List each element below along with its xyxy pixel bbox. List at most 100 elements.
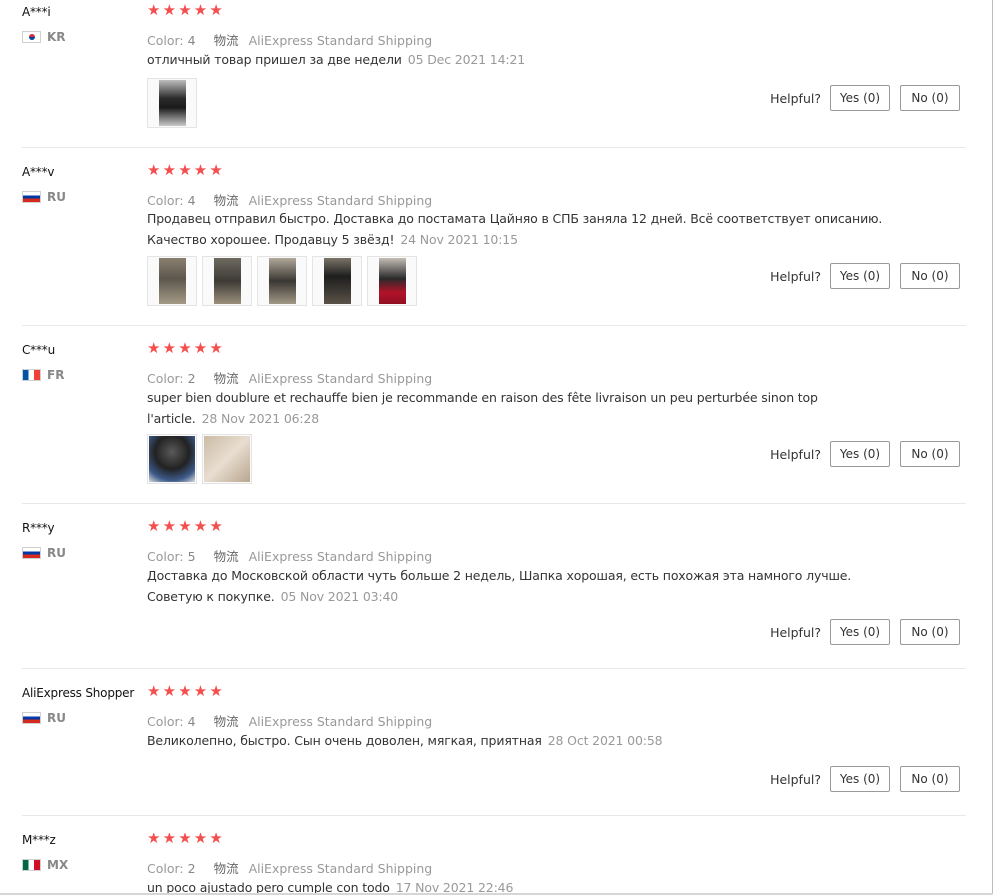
review-date: 05 Nov 2021 03:40 <box>280 589 399 604</box>
color-value: 4 <box>187 193 196 208</box>
review-photo-thumbnail[interactable] <box>147 256 197 306</box>
review-text: Великолепно, быстро. Сын очень доволен, … <box>147 730 887 751</box>
helpful-label: Helpful? <box>770 624 821 640</box>
country-code: MX <box>47 858 69 872</box>
reviewer-name: R***y <box>22 521 55 535</box>
color-value: 2 <box>187 861 196 876</box>
star-icon: ★ <box>178 161 192 179</box>
helpful-vote: Helpful? Yes (0) No (0) <box>770 263 960 289</box>
helpful-label: Helpful? <box>770 446 821 462</box>
helpful-yes-button[interactable]: Yes (0) <box>830 441 890 467</box>
color-label: Color: <box>147 33 184 48</box>
shipping-label: 物流 <box>213 861 239 876</box>
ru-flag-icon <box>22 191 41 203</box>
color-value: 2 <box>187 371 196 386</box>
helpful-yes-button[interactable]: Yes (0) <box>830 85 890 111</box>
helpful-no-button[interactable]: No (0) <box>900 441 960 467</box>
star-icon: ★ <box>162 161 177 179</box>
review-body: Великолепно, быстро. Сын очень доволен, … <box>147 733 542 748</box>
shipping-label: 物流 <box>213 33 239 48</box>
review-attributes: Color: 2 物流 AliExpress Standard Shipping <box>147 858 432 877</box>
shipping-label: 物流 <box>213 193 239 208</box>
review-text: отличный товар пришел за две недели 05 De… <box>147 49 887 70</box>
star-rating: ★ ★ ★ ★ ★ <box>147 341 225 356</box>
country-code: KR <box>47 30 66 44</box>
helpful-no-button[interactable]: No (0) <box>900 85 960 111</box>
star-icon: ★ <box>209 161 223 179</box>
review-date: 28 Nov 2021 06:28 <box>201 411 320 426</box>
helpful-no-button[interactable]: No (0) <box>900 766 960 792</box>
review-photo-thumbnail[interactable] <box>312 256 362 306</box>
star-rating: ★ ★ ★ ★ ★ <box>147 833 225 846</box>
helpful-yes-button[interactable]: Yes (0) <box>830 263 890 289</box>
star-icon: ★ <box>162 1 177 19</box>
review-photo-thumbnail[interactable] <box>147 78 197 128</box>
review-text: super bien doublure et rechauffe bien je… <box>147 387 877 429</box>
review-item: R***y RU ★ ★ ★ ★ ★ Color: 5 物流 AliExpress St… <box>22 519 966 669</box>
star-icon: ★ <box>209 339 223 357</box>
review-item: A***v RU ★ ★ ★ ★ ★ Color: 4 物流 AliExpress St… <box>22 163 966 326</box>
star-icon: ★ <box>178 682 192 700</box>
review-date: 05 Dec 2021 14:21 <box>407 52 526 67</box>
star-icon: ★ <box>147 1 161 19</box>
shipping-method: AliExpress Standard Shipping <box>248 33 433 48</box>
star-icon: ★ <box>193 339 208 357</box>
star-rating: ★ ★ ★ ★ ★ <box>147 684 225 699</box>
star-icon: ★ <box>178 339 192 357</box>
review-photos <box>147 256 422 306</box>
star-icon: ★ <box>178 833 192 847</box>
review-photo-thumbnail[interactable] <box>257 256 307 306</box>
helpful-no-button[interactable]: No (0) <box>900 263 960 289</box>
star-icon: ★ <box>147 517 161 535</box>
star-icon: ★ <box>193 833 208 847</box>
star-icon: ★ <box>162 339 177 357</box>
ru-flag-icon <box>22 547 41 559</box>
review-attributes: Color: 4 物流 AliExpress Standard Shipping <box>147 711 432 730</box>
review-item: M***z MX ★ ★ ★ ★ ★ Color: 2 物流 AliExpress St… <box>22 833 966 895</box>
helpful-no-button[interactable]: No (0) <box>900 619 960 645</box>
color-label: Color: <box>147 861 184 876</box>
review-text: Доставка до Московской области чуть боль… <box>147 565 887 607</box>
review-date: 24 Nov 2021 10:15 <box>400 232 518 247</box>
star-icon: ★ <box>178 1 192 19</box>
color-label: Color: <box>147 193 184 208</box>
review-photo-thumbnail[interactable] <box>367 256 417 306</box>
reviewer-country: RU <box>22 711 66 725</box>
country-code: FR <box>47 368 65 382</box>
helpful-vote: Helpful? Yes (0) No (0) <box>770 85 960 111</box>
reviewer-name: AliExpress Shopper <box>22 686 135 700</box>
star-rating: ★ ★ ★ ★ ★ <box>147 519 225 534</box>
review-body: Доставка до Московской области чуть боль… <box>147 568 852 604</box>
reviewer-country: MX <box>22 858 68 872</box>
reviewer-name: M***z <box>22 833 56 847</box>
mx-flag-icon <box>22 859 41 871</box>
helpful-vote: Helpful? Yes (0) No (0) <box>770 766 960 792</box>
review-body: отличный товар пришел за две недели <box>147 52 402 67</box>
review-photos <box>147 434 257 484</box>
helpful-label: Helpful? <box>770 771 821 787</box>
shipping-method: AliExpress Standard Shipping <box>248 549 433 564</box>
reviewer-name: A***i <box>22 5 51 19</box>
helpful-yes-button[interactable]: Yes (0) <box>830 766 890 792</box>
star-icon: ★ <box>209 682 223 700</box>
review-photo-thumbnail[interactable] <box>202 256 252 306</box>
star-icon: ★ <box>147 339 161 357</box>
star-rating: ★ ★ ★ ★ ★ <box>147 163 225 178</box>
reviewer-country: KR <box>22 30 66 44</box>
review-attributes: Color: 2 物流 AliExpress Standard Shipping <box>147 368 432 387</box>
review-photos <box>147 78 202 128</box>
country-code: RU <box>47 711 66 725</box>
review-photo-thumbnail[interactable] <box>202 434 252 484</box>
country-code: RU <box>47 190 66 204</box>
review-photo-thumbnail[interactable] <box>147 434 197 484</box>
star-icon: ★ <box>147 833 161 847</box>
color-value: 4 <box>187 714 196 729</box>
star-rating: ★ ★ ★ ★ ★ <box>147 3 225 18</box>
shipping-method: AliExpress Standard Shipping <box>248 371 433 386</box>
star-icon: ★ <box>193 1 208 19</box>
helpful-yes-button[interactable]: Yes (0) <box>830 619 890 645</box>
star-icon: ★ <box>178 517 192 535</box>
shipping-method: AliExpress Standard Shipping <box>248 714 433 729</box>
kr-flag-icon <box>22 31 41 43</box>
helpful-label: Helpful? <box>770 90 821 106</box>
